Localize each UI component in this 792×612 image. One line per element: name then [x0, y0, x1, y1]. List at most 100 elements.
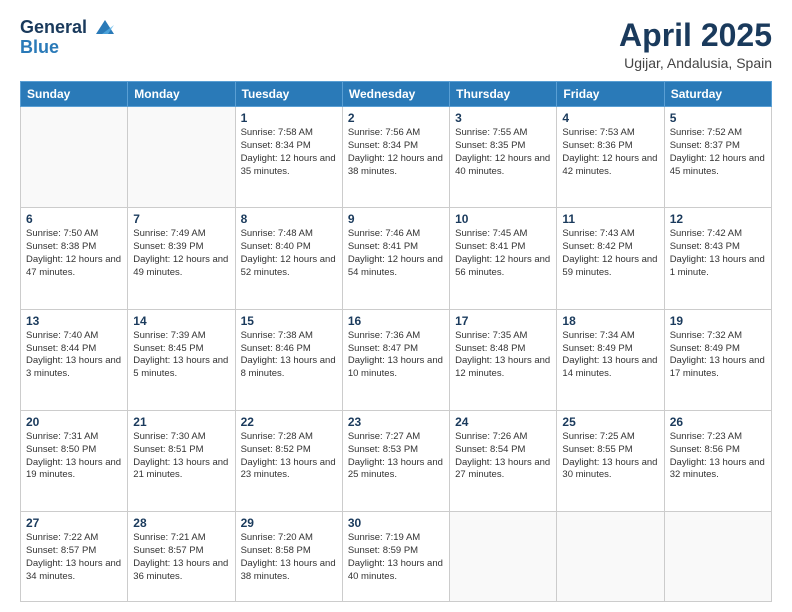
calendar-cell: 22 Sunrise: 7:28 AMSunset: 8:52 PMDayligh…: [235, 410, 342, 511]
logo-text: General: [20, 18, 116, 38]
calendar-cell: 16 Sunrise: 7:36 AMSunset: 8:47 PMDayligh…: [342, 309, 449, 410]
day-number: 18: [562, 314, 658, 328]
calendar-cell: 19 Sunrise: 7:32 AMSunset: 8:49 PMDayligh…: [664, 309, 771, 410]
day-number: 20: [26, 415, 122, 429]
logo-blue: Blue: [20, 38, 116, 58]
day-number: 9: [348, 212, 444, 226]
day-number: 16: [348, 314, 444, 328]
day-info: Sunrise: 7:46 AMSunset: 8:41 PMDaylight:…: [348, 228, 444, 279]
calendar-cell: 6 Sunrise: 7:50 AMSunset: 8:38 PMDaylight…: [21, 208, 128, 309]
day-info: Sunrise: 7:40 AMSunset: 8:44 PMDaylight:…: [26, 330, 122, 381]
day-info: Sunrise: 7:22 AMSunset: 8:57 PMDaylight:…: [26, 532, 122, 583]
weekday-header: Wednesday: [342, 82, 449, 107]
calendar-cell: 27Sunrise: 7:22 AMSunset: 8:57 PMDayligh…: [21, 512, 128, 602]
day-info: Sunrise: 7:20 AMSunset: 8:58 PMDaylight:…: [241, 532, 337, 583]
main-title: April 2025: [619, 18, 772, 53]
day-number: 22: [241, 415, 337, 429]
calendar-cell: 4Sunrise: 7:53 AMSunset: 8:36 PMDaylight…: [557, 107, 664, 208]
day-number: 19: [670, 314, 766, 328]
day-info: Sunrise: 7:36 AMSunset: 8:47 PMDaylight:…: [348, 330, 444, 381]
day-info: Sunrise: 7:56 AMSunset: 8:34 PMDaylight:…: [348, 127, 444, 178]
day-info: Sunrise: 7:35 AMSunset: 8:48 PMDaylight:…: [455, 330, 551, 381]
day-info: Sunrise: 7:38 AMSunset: 8:46 PMDaylight:…: [241, 330, 337, 381]
day-info: Sunrise: 7:50 AMSunset: 8:38 PMDaylight:…: [26, 228, 122, 279]
calendar-cell: 15 Sunrise: 7:38 AMSunset: 8:46 PMDayligh…: [235, 309, 342, 410]
calendar-cell: 21Sunrise: 7:30 AMSunset: 8:51 PMDayligh…: [128, 410, 235, 511]
calendar-cell: 8 Sunrise: 7:48 AMSunset: 8:40 PMDaylight…: [235, 208, 342, 309]
day-number: 15: [241, 314, 337, 328]
calendar-cell: 2 Sunrise: 7:56 AMSunset: 8:34 PMDaylight…: [342, 107, 449, 208]
day-info: Sunrise: 7:34 AMSunset: 8:49 PMDaylight:…: [562, 330, 658, 381]
day-info: Sunrise: 7:45 AMSunset: 8:41 PMDaylight:…: [455, 228, 551, 279]
day-info: Sunrise: 7:55 AMSunset: 8:35 PMDaylight:…: [455, 127, 551, 178]
day-number: 8: [241, 212, 337, 226]
calendar-cell: 25 Sunrise: 7:25 AMSunset: 8:55 PMDayligh…: [557, 410, 664, 511]
weekday-header: Tuesday: [235, 82, 342, 107]
calendar-cell: 28Sunrise: 7:21 AMSunset: 8:57 PMDayligh…: [128, 512, 235, 602]
calendar-cell: 3 Sunrise: 7:55 AMSunset: 8:35 PMDaylight…: [450, 107, 557, 208]
day-info: Sunrise: 7:49 AMSunset: 8:39 PMDaylight:…: [133, 228, 229, 279]
week-row: 6 Sunrise: 7:50 AMSunset: 8:38 PMDaylight…: [21, 208, 772, 309]
calendar-cell: 30 Sunrise: 7:19 AMSunset: 8:59 PMDayligh…: [342, 512, 449, 602]
day-info: Sunrise: 7:52 AMSunset: 8:37 PMDaylight:…: [670, 127, 766, 178]
day-info: Sunrise: 7:48 AMSunset: 8:40 PMDaylight:…: [241, 228, 337, 279]
calendar-cell: 9 Sunrise: 7:46 AMSunset: 8:41 PMDaylight…: [342, 208, 449, 309]
calendar-cell: 12 Sunrise: 7:42 AMSunset: 8:43 PMDayligh…: [664, 208, 771, 309]
calendar-cell: [128, 107, 235, 208]
day-number: 21: [133, 415, 229, 429]
calendar-cell: 20Sunrise: 7:31 AMSunset: 8:50 PMDayligh…: [21, 410, 128, 511]
day-number: 28: [133, 516, 229, 530]
day-info: Sunrise: 7:53 AMSunset: 8:36 PMDaylight:…: [562, 127, 658, 178]
day-number: 25: [562, 415, 658, 429]
calendar-cell: 26Sunrise: 7:23 AMSunset: 8:56 PMDayligh…: [664, 410, 771, 511]
calendar-cell: [450, 512, 557, 602]
day-number: 3: [455, 111, 551, 125]
day-number: 13: [26, 314, 122, 328]
day-info: Sunrise: 7:39 AMSunset: 8:45 PMDaylight:…: [133, 330, 229, 381]
calendar-cell: 14Sunrise: 7:39 AMSunset: 8:45 PMDayligh…: [128, 309, 235, 410]
day-number: 5: [670, 111, 766, 125]
calendar-cell: 29 Sunrise: 7:20 AMSunset: 8:58 PMDayligh…: [235, 512, 342, 602]
calendar-cell: 5 Sunrise: 7:52 AMSunset: 8:37 PMDaylight…: [664, 107, 771, 208]
day-number: 17: [455, 314, 551, 328]
week-row: 13 Sunrise: 7:40 AMSunset: 8:44 PMDayligh…: [21, 309, 772, 410]
day-info: Sunrise: 7:25 AMSunset: 8:55 PMDaylight:…: [562, 431, 658, 482]
calendar-cell: [664, 512, 771, 602]
calendar-cell: [557, 512, 664, 602]
day-info: Sunrise: 7:19 AMSunset: 8:59 PMDaylight:…: [348, 532, 444, 583]
day-info: Sunrise: 7:32 AMSunset: 8:49 PMDaylight:…: [670, 330, 766, 381]
calendar-cell: 7Sunrise: 7:49 AMSunset: 8:39 PMDaylight…: [128, 208, 235, 309]
day-info: Sunrise: 7:27 AMSunset: 8:53 PMDaylight:…: [348, 431, 444, 482]
day-number: 2: [348, 111, 444, 125]
day-number: 24: [455, 415, 551, 429]
subtitle: Ugijar, Andalusia, Spain: [619, 55, 772, 71]
page: General Blue April 2025 Ugijar, Andalusi…: [0, 0, 792, 612]
day-number: 30: [348, 516, 444, 530]
day-number: 1: [241, 111, 337, 125]
day-number: 23: [348, 415, 444, 429]
day-info: Sunrise: 7:28 AMSunset: 8:52 PMDaylight:…: [241, 431, 337, 482]
logo-icon: [94, 16, 116, 38]
day-info: Sunrise: 7:26 AMSunset: 8:54 PMDaylight:…: [455, 431, 551, 482]
calendar-cell: 1Sunrise: 7:58 AMSunset: 8:34 PMDaylight…: [235, 107, 342, 208]
day-number: 6: [26, 212, 122, 226]
day-number: 12: [670, 212, 766, 226]
calendar-cell: [21, 107, 128, 208]
day-info: Sunrise: 7:42 AMSunset: 8:43 PMDaylight:…: [670, 228, 766, 279]
weekday-header: Thursday: [450, 82, 557, 107]
week-row: 1Sunrise: 7:58 AMSunset: 8:34 PMDaylight…: [21, 107, 772, 208]
weekday-header: Sunday: [21, 82, 128, 107]
day-number: 11: [562, 212, 658, 226]
weekday-header-row: SundayMondayTuesdayWednesdayThursdayFrid…: [21, 82, 772, 107]
week-row: 20Sunrise: 7:31 AMSunset: 8:50 PMDayligh…: [21, 410, 772, 511]
logo: General Blue: [20, 18, 116, 58]
calendar-cell: 17 Sunrise: 7:35 AMSunset: 8:48 PMDayligh…: [450, 309, 557, 410]
calendar-cell: 10 Sunrise: 7:45 AMSunset: 8:41 PMDayligh…: [450, 208, 557, 309]
day-number: 29: [241, 516, 337, 530]
weekday-header: Friday: [557, 82, 664, 107]
title-block: April 2025 Ugijar, Andalusia, Spain: [619, 18, 772, 71]
calendar-cell: 23 Sunrise: 7:27 AMSunset: 8:53 PMDayligh…: [342, 410, 449, 511]
calendar-cell: 13 Sunrise: 7:40 AMSunset: 8:44 PMDayligh…: [21, 309, 128, 410]
day-number: 10: [455, 212, 551, 226]
weekday-header: Saturday: [664, 82, 771, 107]
